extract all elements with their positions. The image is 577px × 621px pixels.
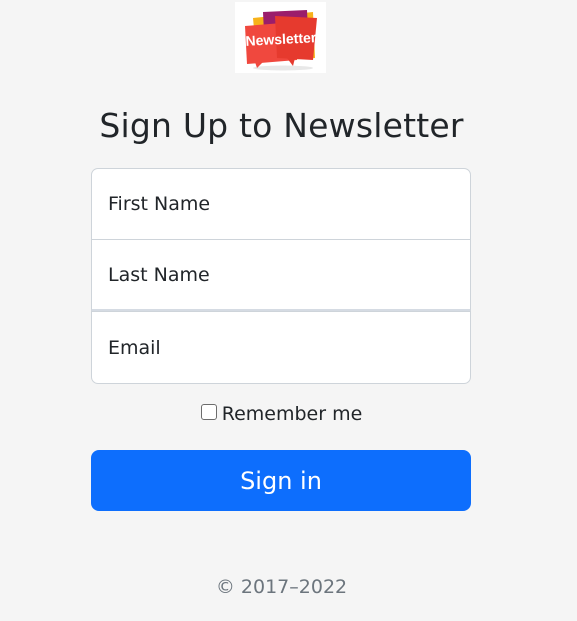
copyright-footer: © 2017–2022 [215, 576, 348, 598]
remember-me-label[interactable]: Remember me [222, 403, 363, 425]
first-name-input[interactable] [91, 168, 471, 240]
page-title: Sign Up to Newsletter [99, 106, 464, 145]
remember-me-checkbox[interactable] [200, 404, 217, 420]
newsletter-logo: Newsletter [235, 2, 326, 73]
signup-form [91, 168, 471, 384]
last-name-input[interactable] [91, 239, 471, 312]
remember-me-row: Remember me [0, 403, 563, 425]
email-input[interactable] [91, 311, 471, 384]
sign-in-button[interactable]: Sign in [91, 450, 471, 511]
